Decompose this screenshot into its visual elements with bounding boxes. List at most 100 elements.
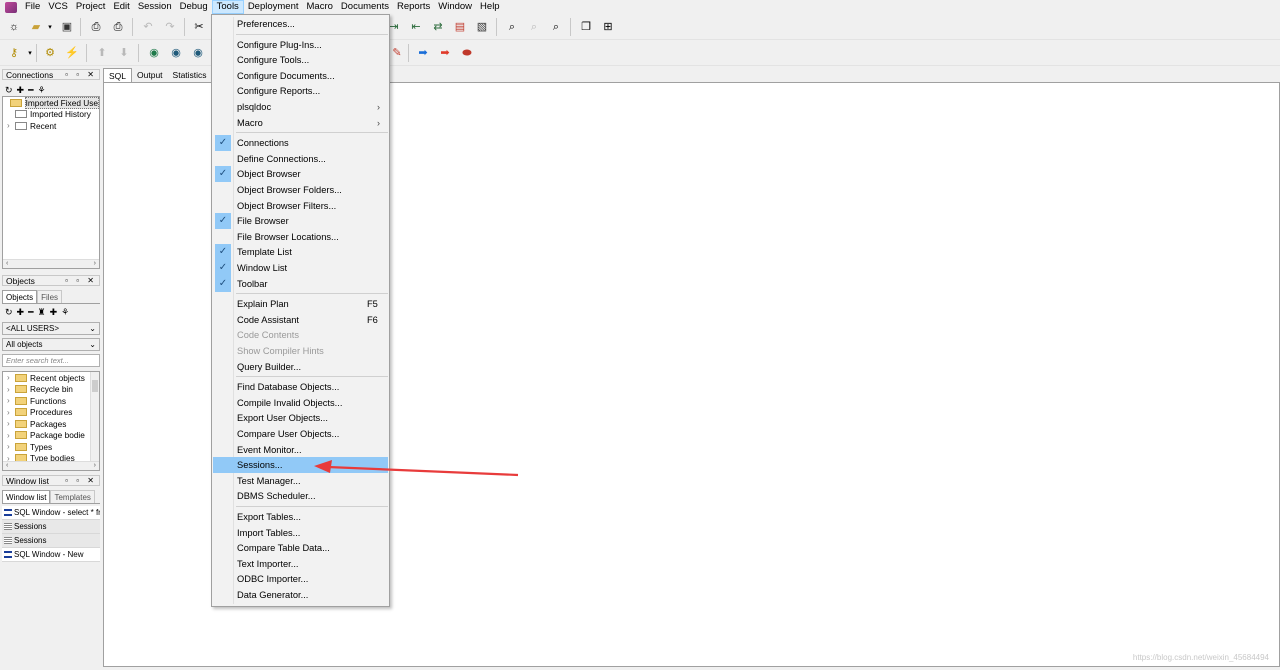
tools-menu-item-window-list[interactable]: ✓ Window List [213,260,388,276]
menu-macro[interactable]: Macro [303,0,337,14]
menu-debug[interactable]: Debug [176,0,212,14]
menu-session[interactable]: Session [134,0,176,14]
tools-menu-item-object-browser-folders[interactable]: Object Browser Folders... [213,182,388,198]
commit-icon[interactable]: ⬆ [94,45,110,61]
tools-menu-item-import-tables[interactable]: Import Tables... [213,525,388,541]
tools-menu-item-file-browser-locations[interactable]: File Browser Locations... [213,229,388,245]
tab-files[interactable]: Files [37,290,63,303]
tab-templates[interactable]: Templates [50,490,95,503]
tree-row[interactable]: › Recent objects [3,372,99,384]
tab-objects[interactable]: Objects [2,290,38,303]
object-type-select[interactable]: All objects ⌄ [2,338,100,351]
panel-controls-icon[interactable]: ▫ ▫ ✕ [65,276,97,285]
window-list-item[interactable]: Sessions [2,534,100,548]
save-icon[interactable]: ▣ [59,19,75,35]
find-next-icon[interactable]: ⌕ [526,19,542,35]
objects-mini-toolbar[interactable]: ↻✚━♜✚⚘ [5,307,73,318]
tab-output[interactable]: Output [132,68,168,82]
tools-menu-item-object-browser[interactable]: ✓ Object Browser [213,166,388,183]
tab-statistics[interactable]: Statistics [168,68,212,82]
tools-menu-item-object-browser-filters[interactable]: Object Browser Filters... [213,198,388,214]
menu-window[interactable]: Window [434,0,476,14]
tab-window-list[interactable]: Window list [2,490,51,503]
logon-key-icon[interactable]: ⚷ [6,45,22,61]
tools-menu-item-connections[interactable]: ✓ Connections [213,135,388,152]
step-forward-red-icon[interactable]: ➡ [437,45,453,61]
window-list-item[interactable]: SQL Window - New [2,548,100,562]
tools-menu-item-compare-user-objects[interactable]: Compare User Objects... [213,426,388,442]
tree-row[interactable]: Imported Fixed Use [3,97,99,109]
bookmark-icon[interactable]: ✎ [389,45,405,61]
menu-file[interactable]: File [21,0,44,14]
format-icon[interactable]: ⇄ [430,19,446,35]
tree-row[interactable]: › Procedures [3,407,99,419]
tools-menu-item-compare-table-data[interactable]: Compare Table Data... [213,540,388,556]
replace-icon[interactable]: ⌕ [548,19,564,35]
menu-vcs[interactable]: VCS [44,0,72,14]
new-icon[interactable]: ☼ [6,19,22,35]
tools-menu-item-export-tables[interactable]: Export Tables... [213,509,388,525]
explain-plan-icon[interactable]: ◉ [146,45,162,61]
menu-edit[interactable]: Edit [109,0,133,14]
open-dropdown-icon[interactable]: ▾ [42,19,58,35]
run-test-icon[interactable]: ◉ [168,45,184,61]
panel-controls-icon[interactable]: ▫ ▫ ✕ [65,476,97,485]
cut-icon[interactable]: ✂ [191,19,207,35]
tools-menu-item-explain-plan[interactable]: Explain Plan F5 [213,296,388,312]
user-select[interactable]: <ALL USERS> ⌄ [2,322,100,335]
tools-menu-item-toolbar[interactable]: ✓ Toolbar [213,275,388,292]
tools-menu-item-configure-plug-ins[interactable]: Configure Plug-Ins... [213,37,388,53]
unindent-icon[interactable]: ⇤ [408,19,424,35]
tools-menu-item-configure-documents[interactable]: Configure Documents... [213,68,388,84]
tree-row[interactable]: › Types [3,441,99,453]
tools-menu-item-macro[interactable]: Macro › [213,115,388,131]
connections-mini-toolbar[interactable]: ↻✚━⚘ [5,85,50,96]
comment-icon[interactable]: ▤ [452,19,468,35]
tree-row[interactable]: › Packages [3,418,99,430]
print-preview-icon[interactable]: ⎙ [110,19,126,35]
tools-menu-item-configure-reports[interactable]: Configure Reports... [213,83,388,99]
horizontal-scrollbar[interactable]: ‹ › [3,259,99,268]
window-list-item[interactable]: Sessions [2,520,100,534]
tools-menu-item-preferences[interactable]: Preferences... [213,16,388,32]
step-forward-blue-icon[interactable]: ➡ [415,45,431,61]
tree-row[interactable]: › Functions [3,395,99,407]
uncomment-icon[interactable]: ▧ [474,19,490,35]
tools-menu-item-code-assistant[interactable]: Code Assistant F6 [213,312,388,328]
rollback-icon[interactable]: ⬇ [116,45,132,61]
tools-menu-item-find-database-objects[interactable]: Find Database Objects... [213,379,388,395]
cascade-windows-icon[interactable]: ❐ [578,19,594,35]
tree-row[interactable]: › Package bodie [3,430,99,442]
execute-gear-icon[interactable]: ⚙ [42,45,58,61]
tools-menu-item-configure-tools[interactable]: Configure Tools... [213,52,388,68]
debug-icon[interactable]: ◉ [190,45,206,61]
tools-menu-item-dbms-scheduler[interactable]: DBMS Scheduler... [213,488,388,504]
menu-help[interactable]: Help [476,0,504,14]
undo-icon[interactable]: ↶ [140,19,156,35]
print-icon[interactable]: ⎙ [88,19,104,35]
window-list-item[interactable]: SQL Window - select * fr [2,506,100,520]
tools-menu-item-odbc-importer[interactable]: ODBC Importer... [213,571,388,587]
tab-sql[interactable]: SQL [103,68,133,82]
tree-row[interactable]: › Recent [3,120,99,132]
tools-menu-item-query-builder[interactable]: Query Builder... [213,359,388,375]
redo-icon[interactable]: ↷ [162,19,178,35]
tools-menu-item-template-list[interactable]: ✓ Template List [213,244,388,261]
tools-menu-item-plsqldoc[interactable]: plsqldoc › [213,99,388,115]
tile-windows-icon[interactable]: ⊞ [600,19,616,35]
tools-menu-item-data-generator[interactable]: Data Generator... [213,587,388,603]
panel-controls-icon[interactable]: ▫ ▫ ✕ [65,70,97,79]
tools-menu-item-compile-invalid-objects[interactable]: Compile Invalid Objects... [213,395,388,411]
stop-debug-icon[interactable]: ⬬ [459,45,475,61]
vertical-scrollbar[interactable] [90,372,99,461]
find-icon[interactable]: ⌕ [504,19,520,35]
tools-menu-item-file-browser[interactable]: ✓ File Browser [213,213,388,230]
menu-documents[interactable]: Documents [337,0,393,14]
menu-deployment[interactable]: Deployment [244,0,303,14]
tree-row[interactable]: Imported History [3,109,99,121]
horizontal-scrollbar[interactable]: ‹ › [3,461,99,470]
tree-row[interactable]: › Recycle bin [3,384,99,396]
tools-menu-item-define-connections[interactable]: Define Connections... [213,151,388,167]
break-icon[interactable]: ⚡ [64,45,80,61]
tools-menu-item-export-user-objects[interactable]: Export User Objects... [213,410,388,426]
